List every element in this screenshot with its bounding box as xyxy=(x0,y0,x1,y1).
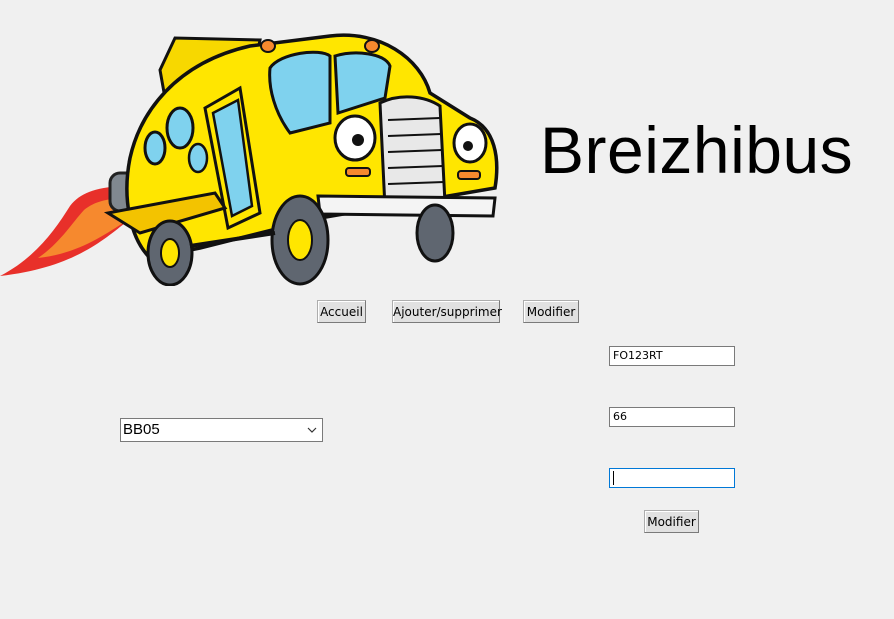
bus-select-value: BB05 xyxy=(123,421,160,438)
capacity-field[interactable]: 66 xyxy=(609,407,735,427)
modify-submit-button[interactable]: Modifier xyxy=(644,510,699,533)
modify-nav-button[interactable]: Modifier xyxy=(523,300,579,323)
third-field[interactable] xyxy=(609,468,735,488)
capacity-field-value: 66 xyxy=(613,410,627,423)
bus-logo-image xyxy=(0,33,499,286)
home-button[interactable]: Accueil xyxy=(317,300,366,323)
chevron-down-icon[interactable] xyxy=(306,424,318,436)
add-remove-button[interactable]: Ajouter/supprimer xyxy=(392,300,502,323)
plate-field[interactable]: FO123RT xyxy=(609,346,735,366)
app-title: Breizhibus xyxy=(540,113,854,187)
text-caret xyxy=(613,471,614,485)
plate-field-value: FO123RT xyxy=(613,349,663,362)
bus-select[interactable]: BB05 xyxy=(120,418,323,442)
